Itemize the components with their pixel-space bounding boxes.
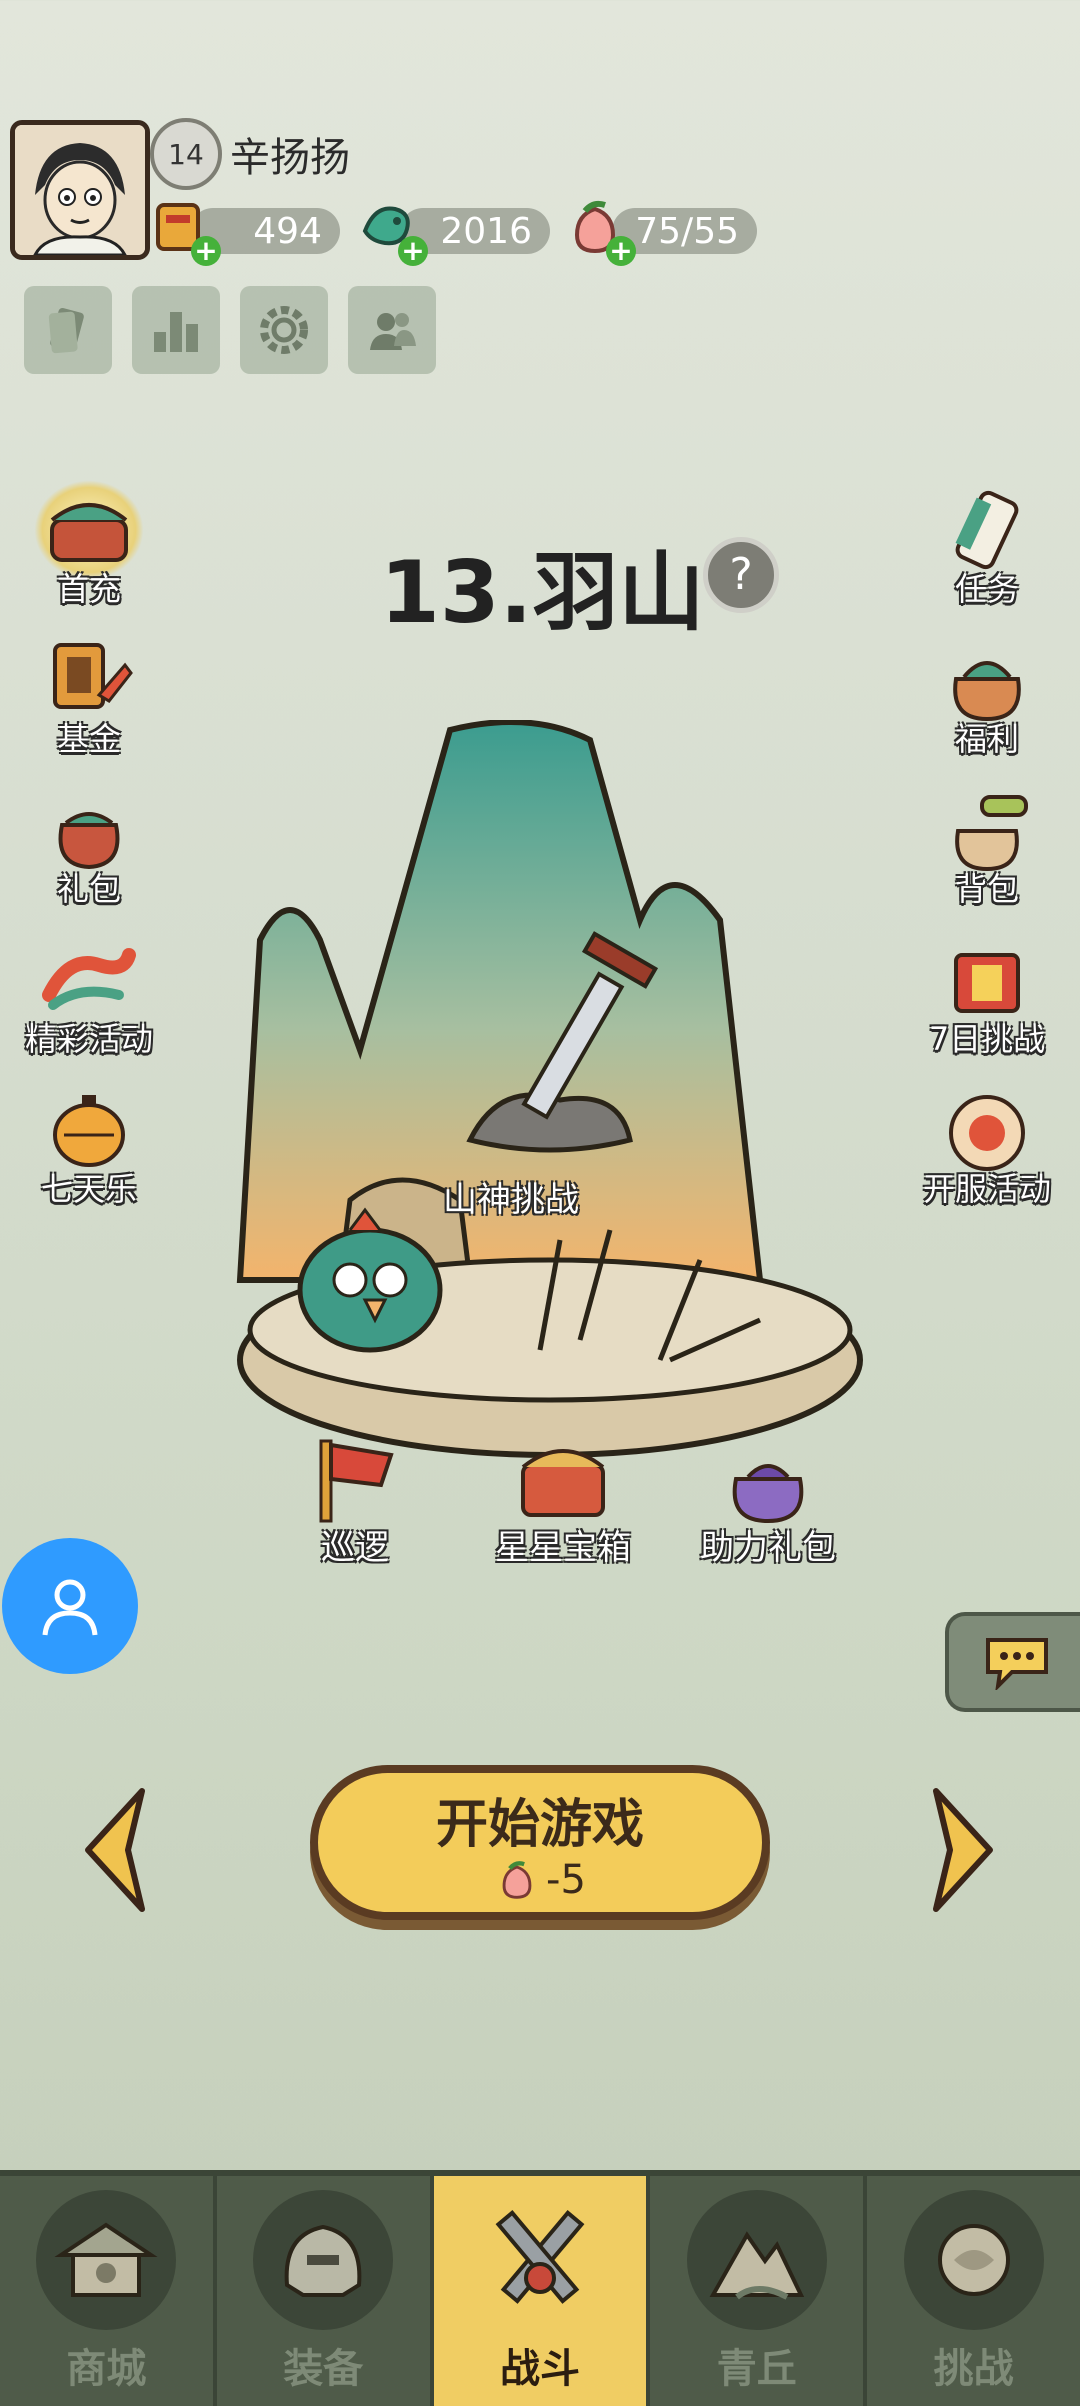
gold-ticket-add-button[interactable]: + — [145, 192, 221, 266]
shop-pagoda-icon — [36, 2190, 177, 2330]
tab-challenge[interactable]: 挑战 — [867, 2176, 1080, 2406]
cards-icon — [48, 307, 84, 354]
nav-label: 战斗 — [499, 2346, 580, 2392]
side-label: 精彩活动 — [24, 1020, 153, 1058]
side-button-fund[interactable]: 基金 — [14, 630, 164, 760]
previous-stage-arrow-icon[interactable] — [80, 1785, 150, 1915]
start-game-button[interactable]: 开始游戏 -5 — [310, 1765, 770, 1920]
plus-icon: + — [398, 236, 428, 266]
settings-button[interactable] — [240, 286, 328, 374]
user-icon — [42, 1579, 98, 1636]
jade-dragon-add-button[interactable]: + — [352, 192, 428, 266]
nav-label: 青丘 — [716, 2346, 797, 2392]
purple-gift-bag-icon — [713, 1430, 823, 1530]
helmet-icon — [253, 2190, 394, 2330]
plus-icon: + — [191, 236, 221, 266]
settings-gear-icon — [260, 306, 308, 354]
tab-qingqiu[interactable]: 青丘 — [650, 2176, 868, 2406]
side-button-welfare[interactable]: 福利 — [912, 630, 1062, 760]
side-label: 7日挑战 — [928, 1020, 1046, 1058]
side-label: 七天乐 — [40, 1170, 137, 1208]
start-cost: -5 — [494, 1857, 586, 1903]
side-button-seven-day-challenge[interactable]: 7日挑战 — [912, 930, 1062, 1060]
patrol-button[interactable]: 巡逻 — [280, 1430, 430, 1569]
challenge-orb-icon — [903, 2190, 1044, 2330]
tab-battle[interactable]: 战斗 — [433, 2176, 651, 2406]
stage-title: 13.羽山 — [380, 543, 705, 643]
side-label: 背包 — [954, 870, 1019, 908]
chat-button[interactable] — [945, 1612, 1080, 1712]
next-stage-arrow-icon[interactable] — [928, 1785, 998, 1915]
friends-button[interactable] — [348, 286, 436, 374]
tab-equipment[interactable]: 装备 — [217, 2176, 434, 2406]
side-label: 任务 — [954, 570, 1019, 608]
patrol-flag-icon — [300, 1430, 410, 1530]
nav-label: 挑战 — [933, 2346, 1014, 2392]
star-chest-icon — [508, 1430, 618, 1530]
side-button-seven-days[interactable]: 七天乐 — [14, 1080, 164, 1210]
side-label: 基金 — [56, 720, 121, 758]
assist-gift-button[interactable]: 助力礼包 — [678, 1430, 858, 1569]
player-level: 14 — [168, 137, 204, 171]
feature-label: 巡逻 — [321, 1528, 389, 1568]
feature-label: 星星宝箱 — [495, 1528, 631, 1568]
side-button-tasks[interactable]: 任务 — [912, 480, 1062, 610]
side-button-events[interactable]: 精彩活动 — [14, 930, 164, 1060]
side-button-server-events[interactable]: 开服活动 — [912, 1080, 1062, 1210]
bottom-navigation: 商城 装备 战斗 青丘 挑战 — [0, 2170, 1080, 2406]
help-icon[interactable]: ? — [703, 537, 779, 613]
ranking-button[interactable] — [132, 286, 220, 374]
tab-shop[interactable]: 商城 — [0, 2176, 217, 2406]
star-chest-button[interactable]: 星星宝箱 — [478, 1430, 648, 1569]
chat-bubble-icon — [985, 1638, 1048, 1690]
ranking-icon — [154, 312, 198, 352]
friends-icon — [370, 313, 416, 350]
side-label: 开服活动 — [922, 1170, 1051, 1208]
mountain-peak-icon — [686, 2190, 827, 2330]
jade-dragon-value: 2016 — [440, 210, 532, 252]
player-avatar[interactable] — [10, 120, 150, 260]
nav-label: 装备 — [283, 2346, 364, 2392]
peach-stamina-add-button[interactable]: + — [560, 192, 636, 266]
peach-stamina-value: 75/55 — [635, 210, 739, 252]
side-button-first-recharge[interactable]: 首充 — [14, 480, 164, 610]
player-level-badge: 14 — [150, 118, 222, 190]
start-game-label: 开始游戏 — [435, 1795, 644, 1855]
start-cost-value: -5 — [546, 1857, 586, 1903]
cards-button[interactable] — [24, 286, 112, 374]
side-label: 福利 — [954, 720, 1019, 758]
player-name: 辛扬扬 — [230, 135, 350, 181]
gold-ticket-value: 494 — [253, 210, 322, 252]
stage-island-illustration[interactable] — [200, 720, 900, 1540]
customer-service-button[interactable] — [2, 1538, 138, 1674]
feature-label: 助力礼包 — [700, 1528, 836, 1568]
nav-label: 商城 — [66, 2346, 147, 2392]
peach-icon — [502, 1861, 532, 1899]
plus-icon: + — [606, 236, 636, 266]
side-label: 礼包 — [56, 870, 121, 908]
side-button-gift-pack[interactable]: 礼包 — [14, 780, 164, 910]
mountain-god-challenge-label[interactable]: 山神挑战 — [443, 1172, 579, 1221]
side-label: 首充 — [56, 570, 121, 608]
crossed-swords-icon — [470, 2190, 610, 2330]
side-button-backpack[interactable]: 背包 — [912, 780, 1062, 910]
